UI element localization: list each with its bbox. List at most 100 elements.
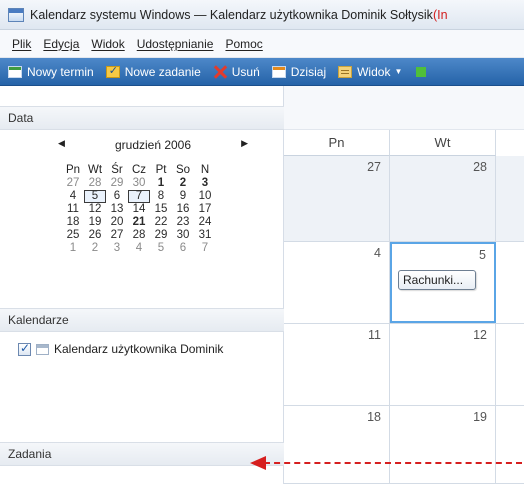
day-cell[interactable]: 11: [284, 324, 390, 405]
mini-calendar-day[interactable]: 22: [150, 216, 172, 229]
mini-calendar-day[interactable]: 6: [106, 190, 128, 203]
mini-calendar: Pn Wt Śr Cz Pt So N 27 28 29 30 1 2 3 4 …: [62, 164, 242, 255]
day-number: 28: [473, 160, 487, 174]
menu-bar: Plik Edycja Widok Udostępnianie Pomoc: [0, 30, 524, 58]
mini-calendar-day[interactable]: 13: [106, 203, 128, 216]
view-icon: [338, 65, 353, 78]
day-cell-selected[interactable]: 5 Rachunki...: [390, 242, 496, 323]
mini-calendar-day[interactable]: 15: [150, 203, 172, 216]
calendar-checkbox[interactable]: [18, 341, 31, 356]
mini-calendar-day[interactable]: 25: [62, 229, 84, 242]
view-label: Widok: [357, 64, 391, 79]
event-rachunki[interactable]: Rachunki...: [398, 270, 476, 290]
mini-calendar-day[interactable]: 3: [106, 242, 128, 255]
mini-calendar-week: 4 5 6 7 8 9 10: [62, 190, 242, 203]
mini-calendar-day[interactable]: 28: [128, 229, 150, 242]
mini-calendar-day[interactable]: 30: [172, 229, 194, 242]
mini-calendar-day[interactable]: 14: [128, 203, 150, 216]
day-cell[interactable]: 18: [284, 406, 390, 483]
toolbar: Nowy termin Nowe zadanie Usuń Dzisiaj Wi…: [0, 58, 524, 86]
week-row: 18 19: [284, 406, 524, 484]
annotation-arrow-line: [264, 462, 522, 464]
more-tools-icon[interactable]: [416, 66, 427, 77]
mini-calendar-day[interactable]: 1: [62, 242, 84, 255]
mini-calendar-day[interactable]: 30: [128, 177, 150, 190]
window-title-suffix: (In: [432, 7, 448, 22]
mini-calendar-day[interactable]: 1: [150, 177, 172, 190]
day-cell[interactable]: 28: [390, 156, 496, 241]
week-row: 27 28: [284, 156, 524, 242]
menu-widok[interactable]: Widok: [91, 37, 124, 51]
mini-calendar-day[interactable]: 11: [62, 203, 84, 216]
day-cell[interactable]: 19: [390, 406, 496, 483]
tasks-section-header[interactable]: Zadania: [0, 442, 284, 466]
weekday-label: Pn: [65, 164, 81, 176]
mini-calendar-day-today[interactable]: 7: [128, 190, 150, 203]
title-bar: Kalendarz systemu Windows — Kalendarz uż…: [0, 0, 524, 30]
mini-calendar-day[interactable]: 21: [128, 216, 150, 229]
calendar-app-icon: [8, 7, 24, 22]
weekday-label: Wt: [87, 164, 103, 176]
mini-calendar-day[interactable]: 20: [106, 216, 128, 229]
mini-calendar-day[interactable]: 31: [194, 229, 216, 242]
date-section-header: Data: [0, 106, 284, 130]
mini-calendar-day[interactable]: 28: [84, 177, 106, 190]
week-row: 11 12: [284, 324, 524, 406]
new-appointment-button[interactable]: Nowy termin: [8, 65, 94, 79]
mini-calendar-week: 11 12 13 14 15 16 17: [62, 203, 242, 216]
mini-calendar-day[interactable]: 29: [106, 177, 128, 190]
day-number: 19: [473, 410, 487, 424]
delete-button[interactable]: Usuń: [213, 65, 260, 79]
calendar-list-item[interactable]: Kalendarz użytkownika Dominik: [18, 341, 224, 356]
mini-calendar-week: 18 19 20 21 22 23 24: [62, 216, 242, 229]
view-button[interactable]: Widok ▼: [338, 65, 402, 79]
mini-calendar-day[interactable]: 24: [194, 216, 216, 229]
navigation-pane: Data ◀ grudzień 2006 ▶ Pn Wt Śr Cz Pt So…: [0, 86, 284, 484]
today-button[interactable]: Dzisiaj: [271, 65, 326, 79]
mini-calendar-day[interactable]: 16: [172, 203, 194, 216]
menu-plik[interactable]: Plik: [12, 37, 31, 51]
day-cell[interactable]: 27: [284, 156, 390, 241]
mini-calendar-day[interactable]: 4: [128, 242, 150, 255]
day-number: 18: [367, 410, 381, 424]
mini-calendar-day[interactable]: 9: [172, 190, 194, 203]
mini-calendar-day[interactable]: 17: [194, 203, 216, 216]
mini-calendar-day[interactable]: 12: [84, 203, 106, 216]
mini-calendar-day[interactable]: 27: [62, 177, 84, 190]
calendar-view: Pn Wt 27 28 4 5 Rachunki... 11 12 18 19: [284, 86, 524, 484]
menu-pomoc[interactable]: Pomoc: [225, 37, 262, 51]
delete-label: Usuń: [231, 64, 260, 79]
view-header-area: [284, 86, 524, 130]
weekday-label: Cz: [131, 164, 147, 176]
new-task-button[interactable]: Nowe zadanie: [105, 64, 201, 79]
menu-edycja[interactable]: Edycja: [43, 37, 79, 51]
day-cell[interactable]: 4: [284, 242, 390, 323]
next-month-icon[interactable]: ▶: [241, 138, 248, 149]
mini-calendar-week: 1 2 3 4 5 6 7: [62, 242, 242, 255]
day-cell[interactable]: 12: [390, 324, 496, 405]
mini-calendar-day[interactable]: 18: [62, 216, 84, 229]
mini-calendar-day[interactable]: 2: [172, 177, 194, 190]
mini-calendar-day[interactable]: 7: [194, 242, 216, 255]
mini-calendar-day[interactable]: 2: [84, 242, 106, 255]
mini-calendar-day[interactable]: 5: [150, 242, 172, 255]
mini-calendar-day[interactable]: 26: [84, 229, 106, 242]
mini-calendar-day[interactable]: 27: [106, 229, 128, 242]
mini-calendar-day-selected[interactable]: 5: [84, 190, 106, 203]
mini-calendar-day[interactable]: 29: [150, 229, 172, 242]
mini-calendar-day[interactable]: 10: [194, 190, 216, 203]
weekday-label: So: [175, 164, 191, 176]
weekday-label: Śr: [111, 164, 123, 176]
mini-calendar-day[interactable]: 19: [84, 216, 106, 229]
day-header-monday: Pn: [284, 130, 390, 156]
mini-calendar-day[interactable]: 8: [150, 190, 172, 203]
day-number: 4: [374, 246, 381, 260]
mini-calendar-day[interactable]: 23: [172, 216, 194, 229]
mini-calendar-day[interactable]: 6: [172, 242, 194, 255]
day-number: 5: [479, 248, 486, 262]
chevron-down-icon: ▼: [394, 67, 403, 76]
menu-udostepnianie[interactable]: Udostępnianie: [137, 37, 214, 51]
calendar-name: Kalendarz użytkownika Dominik: [54, 342, 224, 356]
mini-calendar-day[interactable]: 3: [194, 177, 216, 190]
mini-calendar-day[interactable]: 4: [62, 190, 84, 203]
